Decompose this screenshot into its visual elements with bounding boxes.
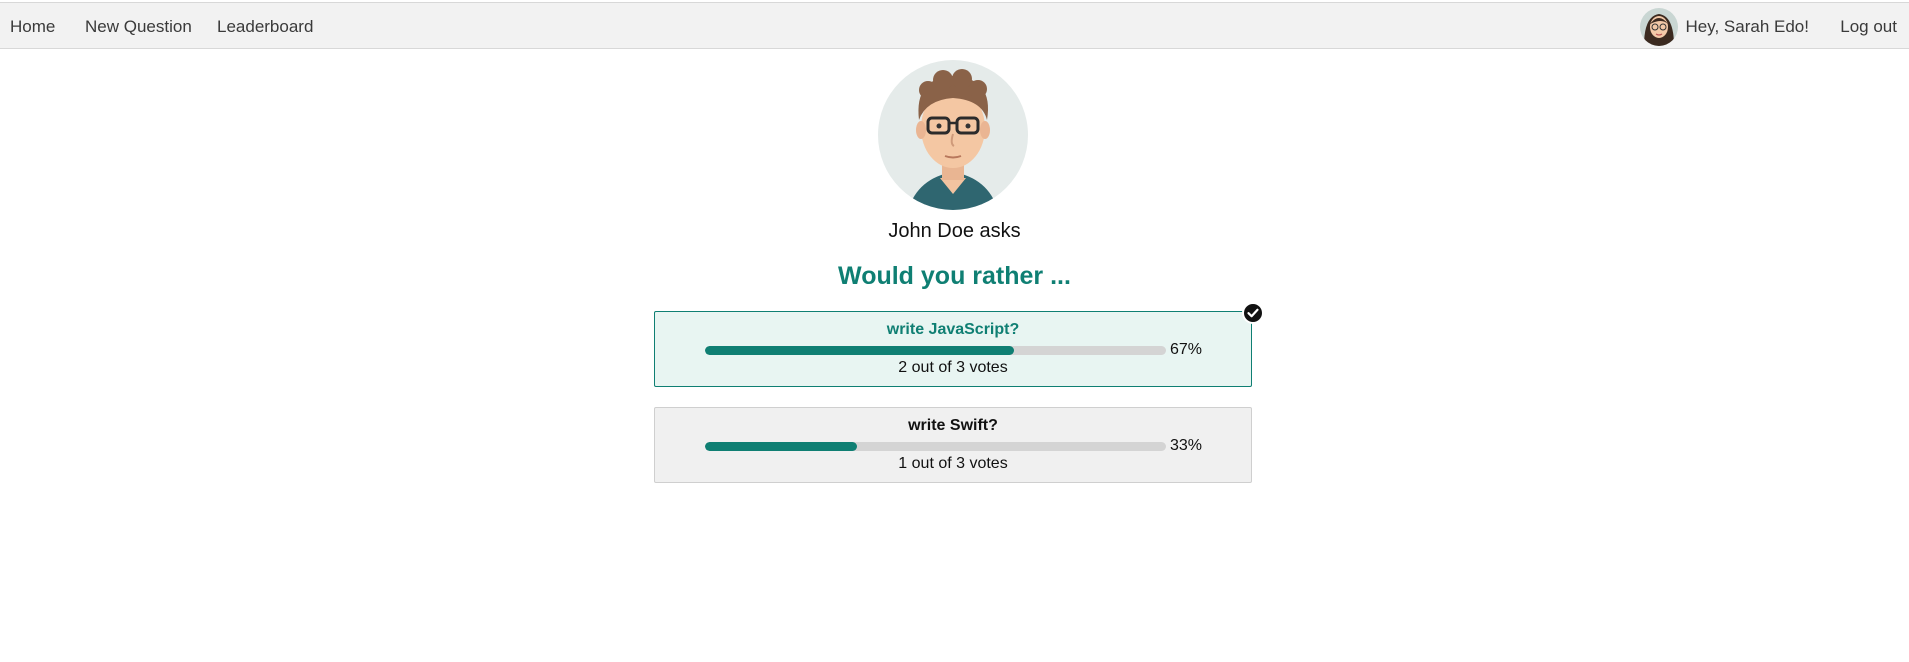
vote-progress-bar — [705, 346, 1166, 355]
vote-progress-bar — [705, 442, 1166, 451]
vote-count: 1 out of 3 votes — [898, 455, 1008, 472]
vote-percent: 33% — [1170, 437, 1203, 454]
vote-progress-fill — [705, 346, 1014, 355]
user-greeting-text: Hey, Sarah Edo! — [1685, 17, 1809, 36]
nav-home-link[interactable]: Home — [10, 3, 55, 50]
nav-new-question-link[interactable]: New Question — [85, 3, 192, 50]
top-navbar: Home New Question Leaderboard Hey, Sarah… — [0, 2, 1909, 49]
option-text: write Swift? — [908, 417, 998, 434]
author-line: John Doe asks — [888, 220, 1021, 242]
question-headline: Would you rather ... — [838, 262, 1071, 290]
user-avatar — [1639, 7, 1678, 46]
option-card-2: write Swift? 33% 1 out of 3 votes — [654, 407, 1252, 483]
vote-progress-fill — [705, 442, 858, 451]
option-card-1: write JavaScript? 67% 2 out of 3 votes — [654, 302, 1264, 387]
vote-percent: 67% — [1170, 341, 1203, 358]
logout-link[interactable]: Log out — [1840, 3, 1897, 50]
check-circle-icon — [1242, 302, 1264, 324]
author-avatar — [878, 60, 1028, 210]
vote-count: 2 out of 3 votes — [898, 359, 1008, 376]
nav-leaderboard-link[interactable]: Leaderboard — [217, 3, 313, 50]
option-text: write JavaScript? — [886, 321, 1020, 338]
user-greeting: Hey, Sarah Edo! — [1639, 3, 1809, 50]
